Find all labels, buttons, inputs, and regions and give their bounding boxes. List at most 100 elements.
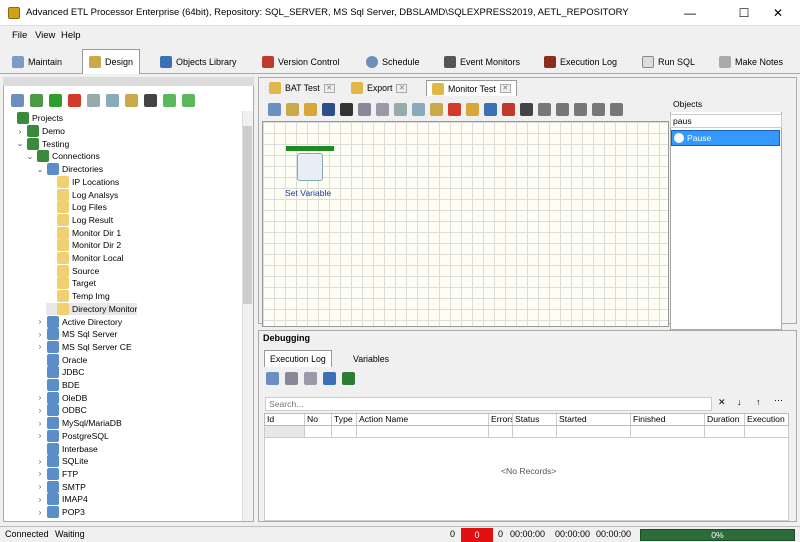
tab-execution-log-debug[interactable]: Execution Log	[264, 350, 332, 367]
tree-node[interactable]: JDBC	[36, 366, 84, 379]
tree-node[interactable]: › MS Sql Server CE	[36, 340, 132, 354]
expander-icon[interactable]: ⌄	[16, 139, 24, 148]
print-icon[interactable]	[358, 102, 371, 116]
cut-icon[interactable]	[394, 102, 407, 116]
tree-scrollbar-thumb[interactable]	[243, 126, 252, 304]
tree-node[interactable]: Temp Img	[46, 290, 110, 303]
tree-node[interactable]: BDE	[36, 379, 80, 392]
tree-node[interactable]: IP Locations	[46, 175, 119, 189]
delete-icon[interactable]	[68, 93, 81, 107]
debug-search-input[interactable]	[265, 397, 712, 411]
expander-icon[interactable]: ›	[36, 495, 44, 504]
expander-icon[interactable]: ›	[36, 317, 44, 326]
align-center-icon[interactable]	[556, 102, 569, 116]
paste-icon[interactable]	[125, 93, 138, 107]
more-icon[interactable]: ⋯	[774, 395, 783, 406]
close-tab-icon[interactable]: ✕	[396, 83, 408, 93]
expander-icon[interactable]: ›	[36, 431, 44, 440]
find-icon[interactable]	[520, 102, 533, 116]
tree-node[interactable]: › MySql/MariaDB	[36, 417, 122, 430]
doc-tab-bat-test[interactable]: BAT Test ✕	[264, 80, 340, 96]
tab-schedule[interactable]: Schedule	[360, 51, 426, 73]
expander-icon[interactable]: ⌄	[26, 152, 34, 161]
paste-icon[interactable]	[430, 102, 443, 116]
tab-make-notes[interactable]: Make Notes	[713, 51, 789, 73]
expand-icon[interactable]	[163, 93, 176, 107]
arrow-down-icon[interactable]: ↓	[737, 397, 742, 407]
tab-event-monitors[interactable]: Event Monitors	[438, 51, 526, 73]
tree-node[interactable]: Log Result	[46, 213, 113, 227]
col-type[interactable]: Type	[332, 414, 357, 425]
tree-node[interactable]: ⌄ Testing	[16, 137, 69, 150]
properties-icon[interactable]	[268, 102, 281, 116]
expander-icon[interactable]: ›	[36, 342, 44, 351]
expander-icon[interactable]: ⌄	[36, 165, 44, 174]
tree-node[interactable]: › MS Sql Server	[36, 328, 117, 341]
find-icon[interactable]	[144, 93, 157, 107]
expander-icon[interactable]: ›	[36, 508, 44, 517]
preview-icon[interactable]	[376, 102, 389, 116]
align-left-icon[interactable]	[538, 102, 551, 116]
collapse-icon[interactable]	[182, 93, 195, 107]
redo-icon[interactable]	[502, 102, 515, 116]
tab-variables[interactable]: Variables	[348, 351, 394, 367]
copy-icon[interactable]	[412, 102, 425, 116]
refresh-icon[interactable]	[30, 93, 43, 107]
close-tab-icon[interactable]: ✕	[323, 83, 335, 93]
tree-node[interactable]: ⌄ Connections	[26, 150, 100, 163]
doc-tab-monitor-test[interactable]: Monitor Test ✕	[426, 80, 517, 96]
align-right-icon[interactable]	[574, 102, 587, 116]
tree-node[interactable]: Monitor Dir 2	[46, 239, 121, 252]
tree-node[interactable]: Log Files	[46, 201, 107, 214]
tree-node[interactable]: Projects	[6, 112, 63, 125]
align-top-icon[interactable]	[592, 102, 605, 116]
expander-icon[interactable]: ›	[36, 419, 44, 428]
preview-icon[interactable]	[304, 372, 317, 385]
tree-node[interactable]: Log Analsys	[46, 188, 118, 201]
design-canvas[interactable]: Set Variable	[262, 121, 669, 327]
cut-icon[interactable]	[87, 93, 100, 107]
tree-node[interactable]: › SMTP	[36, 480, 86, 493]
tree-node[interactable]: › ODBC	[36, 404, 87, 417]
align-bottom-icon[interactable]	[610, 102, 623, 116]
tree-node[interactable]: › SQLite	[36, 455, 88, 468]
tree-node[interactable]: › IMAP4	[36, 493, 88, 506]
col-errors[interactable]: Errors	[489, 414, 513, 425]
properties-icon[interactable]	[11, 93, 24, 107]
tab-run-sql[interactable]: Run SQL	[636, 51, 701, 73]
tab-design[interactable]: Design	[82, 49, 141, 74]
tab-version-control[interactable]: Version Control	[256, 51, 346, 73]
col-execution[interactable]: Execution	[745, 414, 786, 425]
col-started[interactable]: Started	[557, 414, 631, 425]
tree-node[interactable]: Interbase	[36, 442, 98, 455]
tree-node[interactable]: Target	[46, 277, 96, 290]
minimize-button[interactable]: —	[668, 0, 712, 26]
tab-maintain[interactable]: Maintain	[6, 51, 68, 73]
undo-icon[interactable]	[484, 102, 497, 116]
edit-icon[interactable]	[286, 102, 299, 116]
menu-file[interactable]: File	[12, 30, 27, 41]
chat-icon[interactable]	[266, 372, 279, 385]
tab-execution-log[interactable]: Execution Log	[538, 51, 623, 73]
arrow-up-icon[interactable]: ↑	[756, 397, 761, 407]
tree-node[interactable]: Oracle	[36, 353, 87, 366]
tree-node[interactable]: Monitor Dir 1	[46, 226, 121, 239]
expander-icon[interactable]: ›	[16, 127, 24, 136]
expander-icon[interactable]: ›	[36, 393, 44, 402]
close-tab-icon[interactable]: ✕	[499, 84, 511, 93]
copy-icon[interactable]	[106, 93, 119, 107]
clear-icon[interactable]	[466, 102, 479, 116]
menu-view[interactable]: View	[35, 30, 55, 41]
tree-node[interactable]: Monitor Local	[46, 252, 124, 265]
object-label[interactable]: Set Variable	[285, 188, 331, 198]
tree-node[interactable]: ⌄ Directories	[36, 163, 103, 176]
delete-icon[interactable]	[448, 102, 461, 116]
refresh-icon[interactable]	[323, 372, 336, 385]
add-icon[interactable]	[49, 93, 62, 107]
clear-search-icon[interactable]: ✕	[718, 397, 726, 408]
tree-node[interactable]: › PostgreSQL	[36, 429, 109, 443]
tree-node[interactable]: › Demo	[16, 125, 65, 138]
objects-search-input[interactable]	[670, 114, 782, 128]
open-icon[interactable]	[304, 102, 317, 116]
col-no[interactable]: No	[305, 414, 332, 425]
